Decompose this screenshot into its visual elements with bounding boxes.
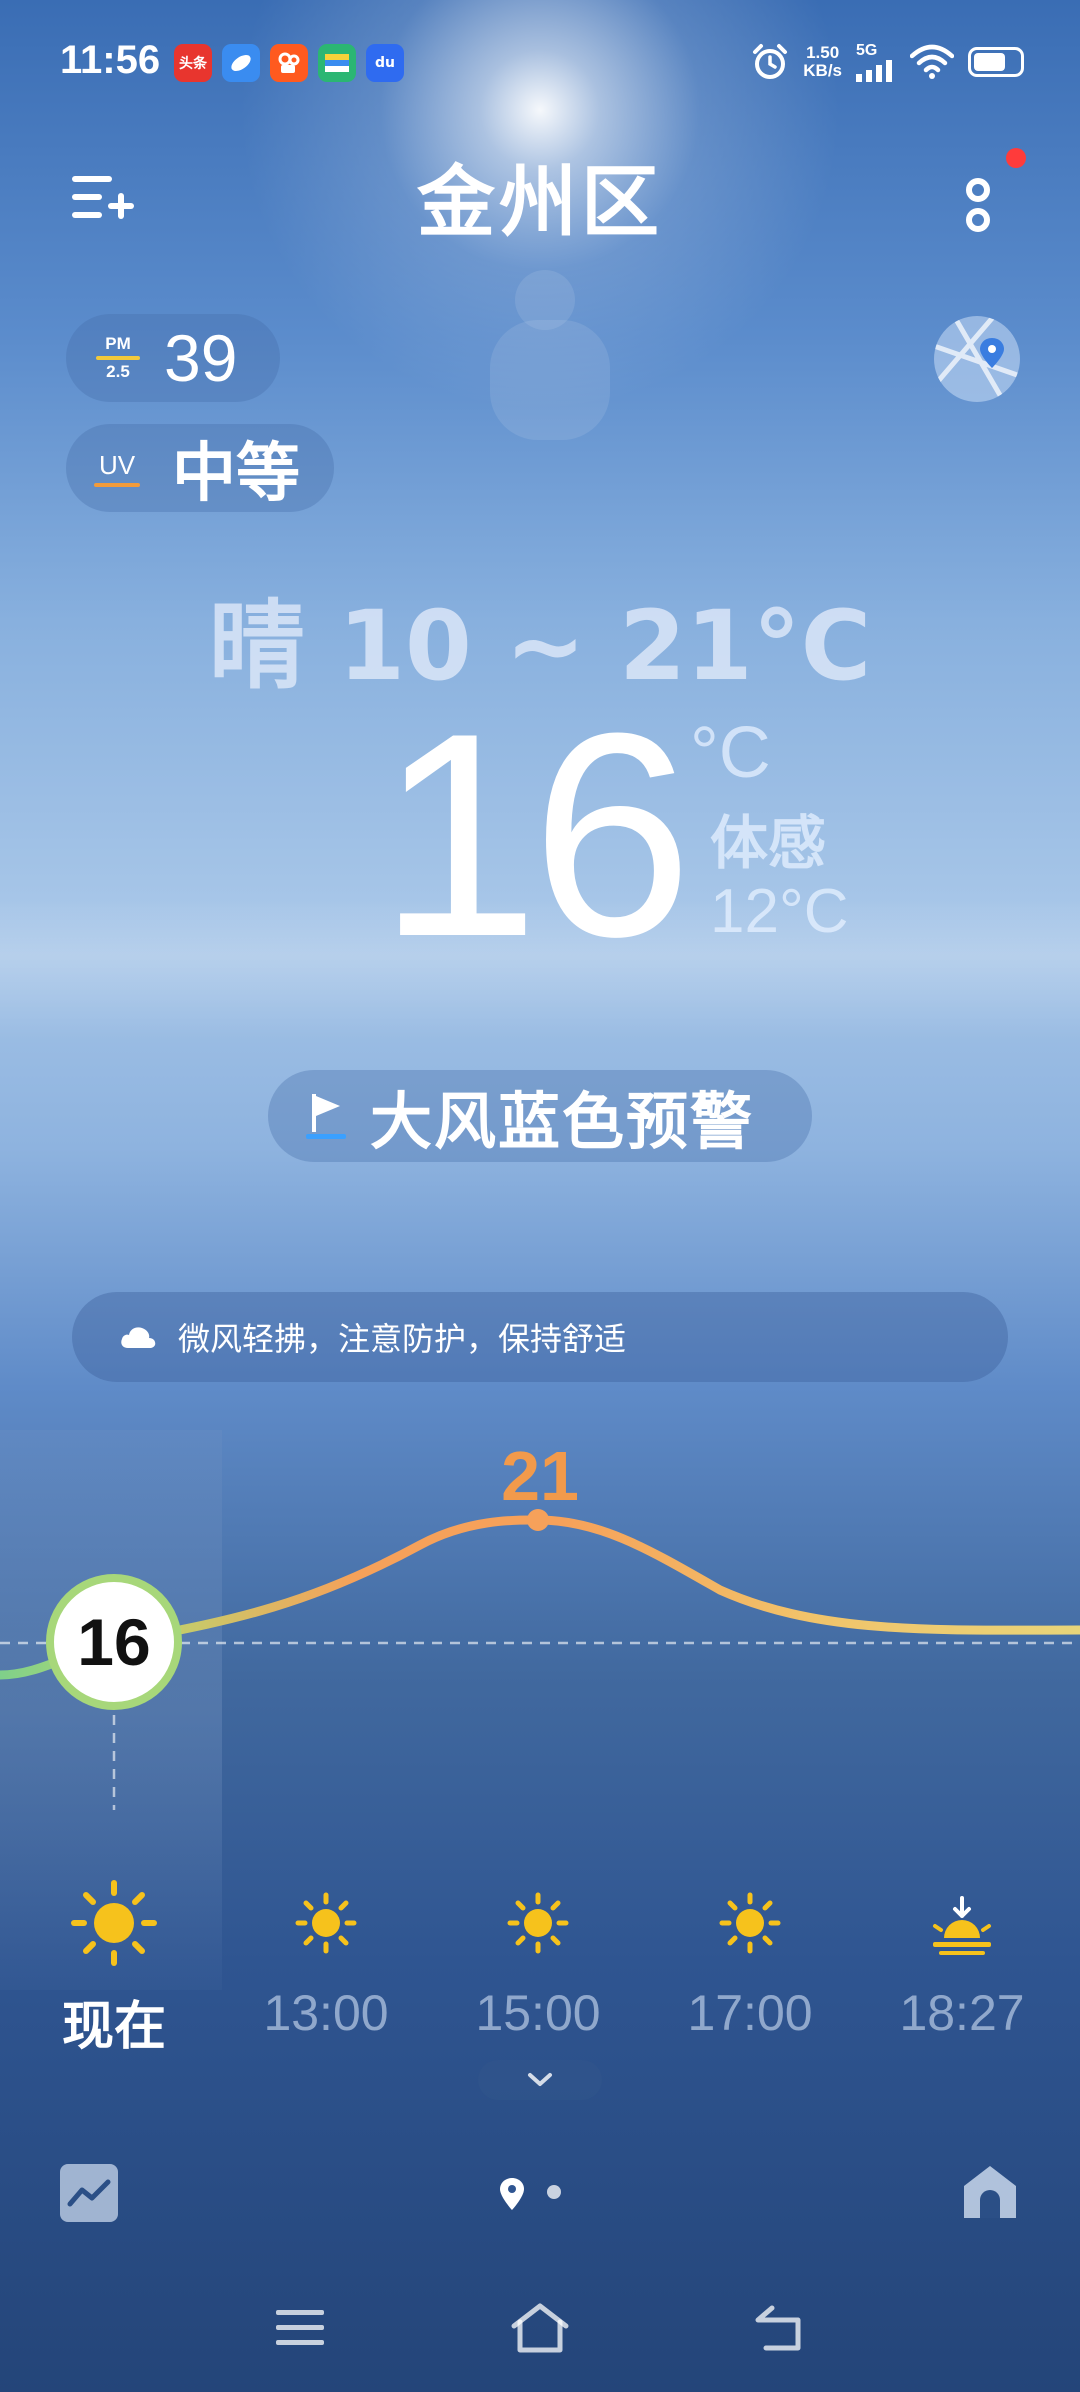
add-city-icon[interactable] [72,170,136,230]
page-indicator [500,2178,561,2210]
header: 金州区 [0,140,1080,250]
hour-item[interactable]: 现在 [14,1880,214,2059]
hour-item[interactable]: 18:27 [862,1880,1062,2042]
sun-icon [507,1892,569,1954]
hour-item[interactable]: 13:00 [226,1880,426,2042]
notification-app-icons: 头条 du [174,44,404,82]
hour-time: 13:00 [263,1985,389,2041]
hour-time: 17:00 [687,1985,813,2041]
system-navigation-bar [0,2290,1080,2370]
map-button[interactable] [934,316,1020,402]
hour-time: 现在 [61,1997,166,2057]
kuaishou-app-icon [270,44,308,82]
uv-indicator[interactable]: UV 中等 [66,424,334,512]
browser-app-icon [222,44,260,82]
system-home-icon[interactable] [508,2300,572,2356]
sun-icon [295,1892,357,1954]
notification-dot [1006,148,1026,168]
recent-apps-icon[interactable] [274,2306,326,2350]
location-pin-icon [500,2178,524,2210]
sun-icon [71,1880,157,1966]
network-speed: 1.50 KB/s [803,43,842,80]
pm25-label: PM 2.5 [96,335,140,381]
wifi-icon [910,44,954,79]
battery-icon [968,47,1024,77]
status-indicators: 1.50 KB/s 5G [751,42,1024,82]
pm25-value: 39 [164,321,238,395]
current-temperature: 16 [378,673,693,997]
hour-item[interactable]: 15:00 [438,1880,638,2042]
battery-level [974,53,1005,71]
home-icon[interactable] [960,2162,1020,2222]
more-options-icon[interactable] [960,162,1020,242]
hour-item[interactable]: 17:00 [650,1880,850,2042]
trend-chart-icon[interactable] [60,2164,118,2222]
current-hour-temp-badge: 16 [46,1574,182,1710]
alarm-icon [753,44,788,79]
weather-tip[interactable]: 微风轻拂，注意防护，保持舒适 [72,1292,1008,1382]
lens-flare [515,270,575,330]
baidu-app-icon: du [366,44,404,82]
toutiao-app-icon: 头条 [174,44,212,82]
temperature-unit: °C [690,713,771,793]
alert-text: 大风蓝色预警 [370,1085,755,1158]
feels-like-label: 体感 [710,809,827,877]
bottom-toolbar [0,2150,1080,2240]
hour-time: 15:00 [475,1985,601,2041]
sunset-icon [933,1896,991,1955]
uv-label: UV [94,450,140,487]
sun-icon [719,1892,781,1954]
alert-flag-icon [306,1094,346,1139]
network-type: 5G [856,42,878,59]
feels-like-value: 12°C [710,877,849,946]
hour-time: 18:27 [899,1985,1025,2041]
city-title[interactable]: 金州区 [0,140,1080,252]
wallet-app-icon [318,44,356,82]
status-bar: 11:56 头条 du 1.50 KB/s 5G [0,0,1080,120]
pm25-indicator[interactable]: PM 2.5 39 [66,314,280,402]
hourly-forecast-list: 现在 13:00 15:00 17:00 18:27 [0,1880,1080,2057]
cloud-icon [121,1327,156,1348]
back-icon[interactable] [752,2302,806,2354]
peak-temp-label: 21 [501,1437,579,1515]
tip-text: 微风轻拂，注意防护，保持舒适 [178,1320,627,1358]
expand-hourly-button[interactable] [478,2060,602,2100]
chevron-down-icon [528,2073,552,2086]
cellular-signal: 5G [856,42,896,82]
status-time: 11:56 [60,38,161,82]
signal-icon [856,60,892,82]
lens-flare [490,320,610,440]
map-icon [934,316,1020,402]
weather-alert-button[interactable]: 大风蓝色预警 [268,1070,812,1162]
uv-value: 中等 [172,437,300,511]
